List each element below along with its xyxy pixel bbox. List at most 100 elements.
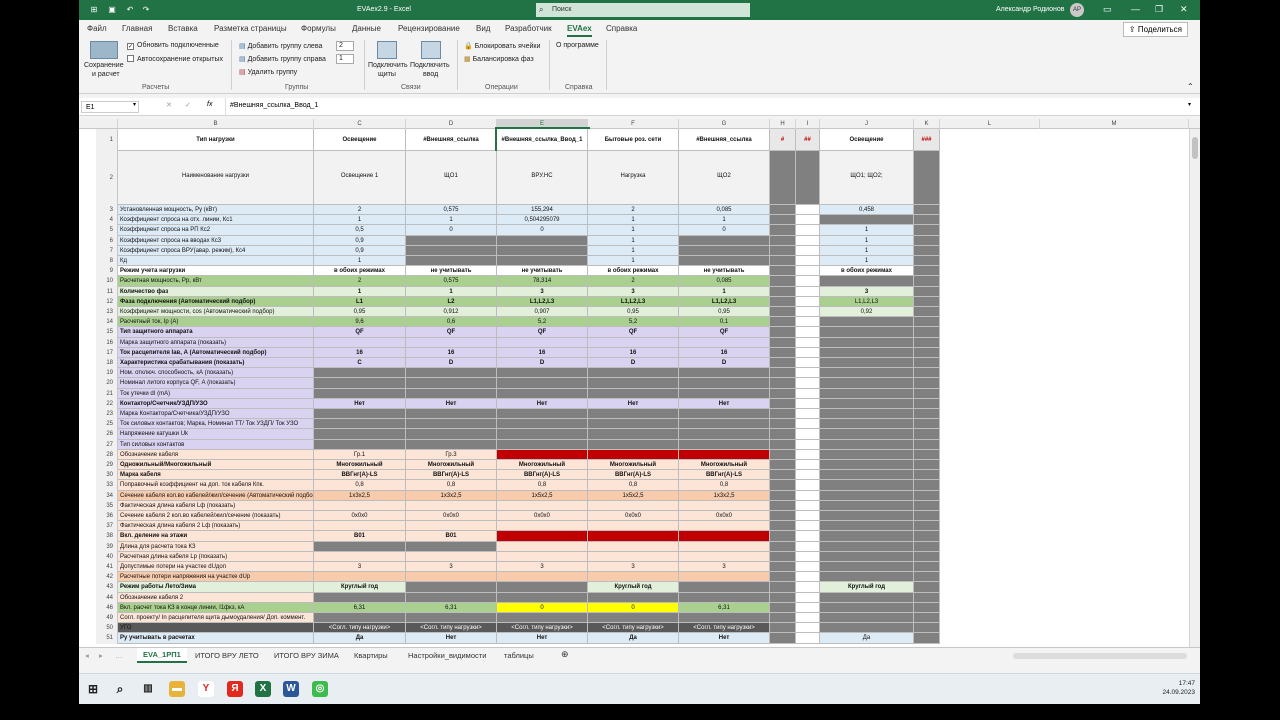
- cell-c[interactable]: 1: [314, 286, 406, 297]
- row-label[interactable]: Обозначение кабеля 2: [118, 592, 314, 603]
- cell-i[interactable]: [796, 511, 820, 522]
- row-number[interactable]: 22: [96, 398, 118, 409]
- add-group-right-button[interactable]: ▤ Добавить группу справа: [239, 55, 326, 63]
- share-button[interactable]: ⇪ Поделиться: [1122, 22, 1188, 37]
- undo-icon[interactable]: ↶: [125, 5, 135, 15]
- cell-d[interactable]: 16: [406, 347, 497, 358]
- cell-j[interactable]: [820, 500, 914, 511]
- cell-h[interactable]: [770, 572, 796, 583]
- cell-k[interactable]: [914, 276, 940, 287]
- cell-c[interactable]: C: [314, 358, 406, 369]
- cell-d[interactable]: [406, 582, 497, 593]
- cell-g[interactable]: [679, 613, 770, 624]
- row-number[interactable]: 1: [96, 129, 118, 151]
- row-label[interactable]: Тип силовых контактов: [118, 439, 314, 450]
- row-number[interactable]: 16: [96, 337, 118, 348]
- cell-f[interactable]: 3: [588, 286, 679, 297]
- cell-e[interactable]: 0,8: [497, 480, 588, 491]
- cell-j[interactable]: [820, 347, 914, 358]
- cell-d[interactable]: [406, 592, 497, 603]
- column-header-m[interactable]: M: [1040, 119, 1189, 129]
- cell-j[interactable]: [820, 276, 914, 287]
- cell-e[interactable]: [497, 337, 588, 348]
- cell-k[interactable]: [914, 551, 940, 562]
- cell-i[interactable]: [796, 215, 820, 226]
- cell-g[interactable]: [679, 409, 770, 420]
- cell-h[interactable]: [770, 531, 796, 542]
- row-number[interactable]: 15: [96, 327, 118, 338]
- connect-shields-label-2[interactable]: щиты: [378, 71, 396, 78]
- cell-i[interactable]: ##: [796, 129, 820, 151]
- cell-k[interactable]: [914, 572, 940, 583]
- more-sheets-icon[interactable]: …: [115, 651, 123, 660]
- cell-c[interactable]: [314, 592, 406, 603]
- yandex-browser-icon[interactable]: Y: [198, 681, 214, 697]
- cell-c[interactable]: Многожильный: [314, 460, 406, 471]
- cell-f[interactable]: 5,2: [588, 317, 679, 328]
- save-calc-label-2[interactable]: и расчет: [92, 71, 120, 78]
- cell-f[interactable]: <Согл. типу нагрузки>: [588, 623, 679, 634]
- cell-e[interactable]: [497, 235, 588, 246]
- yandex-icon[interactable]: Я: [227, 681, 243, 697]
- cell-f[interactable]: [588, 572, 679, 583]
- vertical-scrollbar[interactable]: [1189, 129, 1200, 647]
- row-label[interactable]: Режим работы Лето/Зима: [118, 582, 314, 593]
- cell-j[interactable]: [820, 572, 914, 583]
- avatar[interactable]: АР: [1070, 3, 1084, 17]
- cell-h[interactable]: [770, 388, 796, 399]
- row-number[interactable]: 38: [96, 531, 118, 542]
- row-number[interactable]: 12: [96, 296, 118, 307]
- row-label[interactable]: Ток силовых контактов; Марка, Номинал ТТ…: [118, 419, 314, 430]
- cell-d[interactable]: ЩО1: [406, 151, 497, 205]
- cell-h[interactable]: [770, 358, 796, 369]
- cell-e[interactable]: [497, 439, 588, 450]
- cell-e[interactable]: [497, 531, 588, 542]
- cell-e[interactable]: <Согл. типу нагрузки>: [497, 623, 588, 634]
- row-label[interactable]: Расчетный ток, Ip (A): [118, 317, 314, 328]
- cell-e[interactable]: Нет: [497, 633, 588, 644]
- cell-b[interactable]: Тип нагрузки: [118, 129, 314, 151]
- autosave-icon[interactable]: ⊞: [89, 5, 99, 15]
- connect-input-label-1[interactable]: Подключить: [410, 62, 450, 69]
- cell-i[interactable]: [796, 633, 820, 644]
- cell-h[interactable]: [770, 245, 796, 256]
- cell-d[interactable]: 0х0х0: [406, 511, 497, 522]
- cell-c[interactable]: [314, 613, 406, 624]
- cell-g[interactable]: 6,31: [679, 602, 770, 613]
- cell-i[interactable]: [796, 327, 820, 338]
- cell-g[interactable]: 0,1: [679, 317, 770, 328]
- row-label[interactable]: Коэффициент спроса на отх. линии, Кс1: [118, 215, 314, 226]
- name-box-dropdown-icon[interactable]: ▾: [133, 101, 136, 108]
- cell-g[interactable]: [679, 572, 770, 583]
- cell-h[interactable]: [770, 368, 796, 379]
- cell-d[interactable]: 0: [406, 225, 497, 236]
- cell-e[interactable]: 0: [497, 602, 588, 613]
- row-label[interactable]: Вкл. расчет тока КЗ в конце линии, I1фкз…: [118, 602, 314, 613]
- cell-j[interactable]: [820, 521, 914, 532]
- cell-c[interactable]: Да: [314, 633, 406, 644]
- cell-b[interactable]: Наименование нагрузки: [118, 151, 314, 205]
- cell-k[interactable]: [914, 245, 940, 256]
- row-label[interactable]: Количество фаз: [118, 286, 314, 297]
- cell-e[interactable]: ВРУ.НС: [497, 151, 588, 205]
- cell-j[interactable]: Освещение: [820, 129, 914, 151]
- connect-shields-icon[interactable]: [377, 41, 397, 59]
- cell-k[interactable]: [914, 256, 940, 267]
- column-header-h[interactable]: H: [770, 119, 796, 129]
- cell-f[interactable]: D: [588, 358, 679, 369]
- cell-c[interactable]: QF: [314, 327, 406, 338]
- cell-f[interactable]: [588, 541, 679, 552]
- cell-i[interactable]: [796, 592, 820, 603]
- cell-k[interactable]: [914, 388, 940, 399]
- row-label[interactable]: Коэффициент спроса на РП Кс2: [118, 225, 314, 236]
- tab-view[interactable]: Вид: [476, 24, 490, 33]
- row-number[interactable]: 14: [96, 317, 118, 328]
- cell-g[interactable]: ЩО2: [679, 151, 770, 205]
- row-label[interactable]: Контактор/Счетчик/УЗДП/УЗО: [118, 398, 314, 409]
- cell-c[interactable]: <Согл. типу нагрузки>: [314, 623, 406, 634]
- cell-e[interactable]: [497, 256, 588, 267]
- row-number[interactable]: 29: [96, 460, 118, 471]
- cell-j[interactable]: [820, 551, 914, 562]
- cell-d[interactable]: 3: [406, 562, 497, 573]
- cell-g[interactable]: 0,085: [679, 276, 770, 287]
